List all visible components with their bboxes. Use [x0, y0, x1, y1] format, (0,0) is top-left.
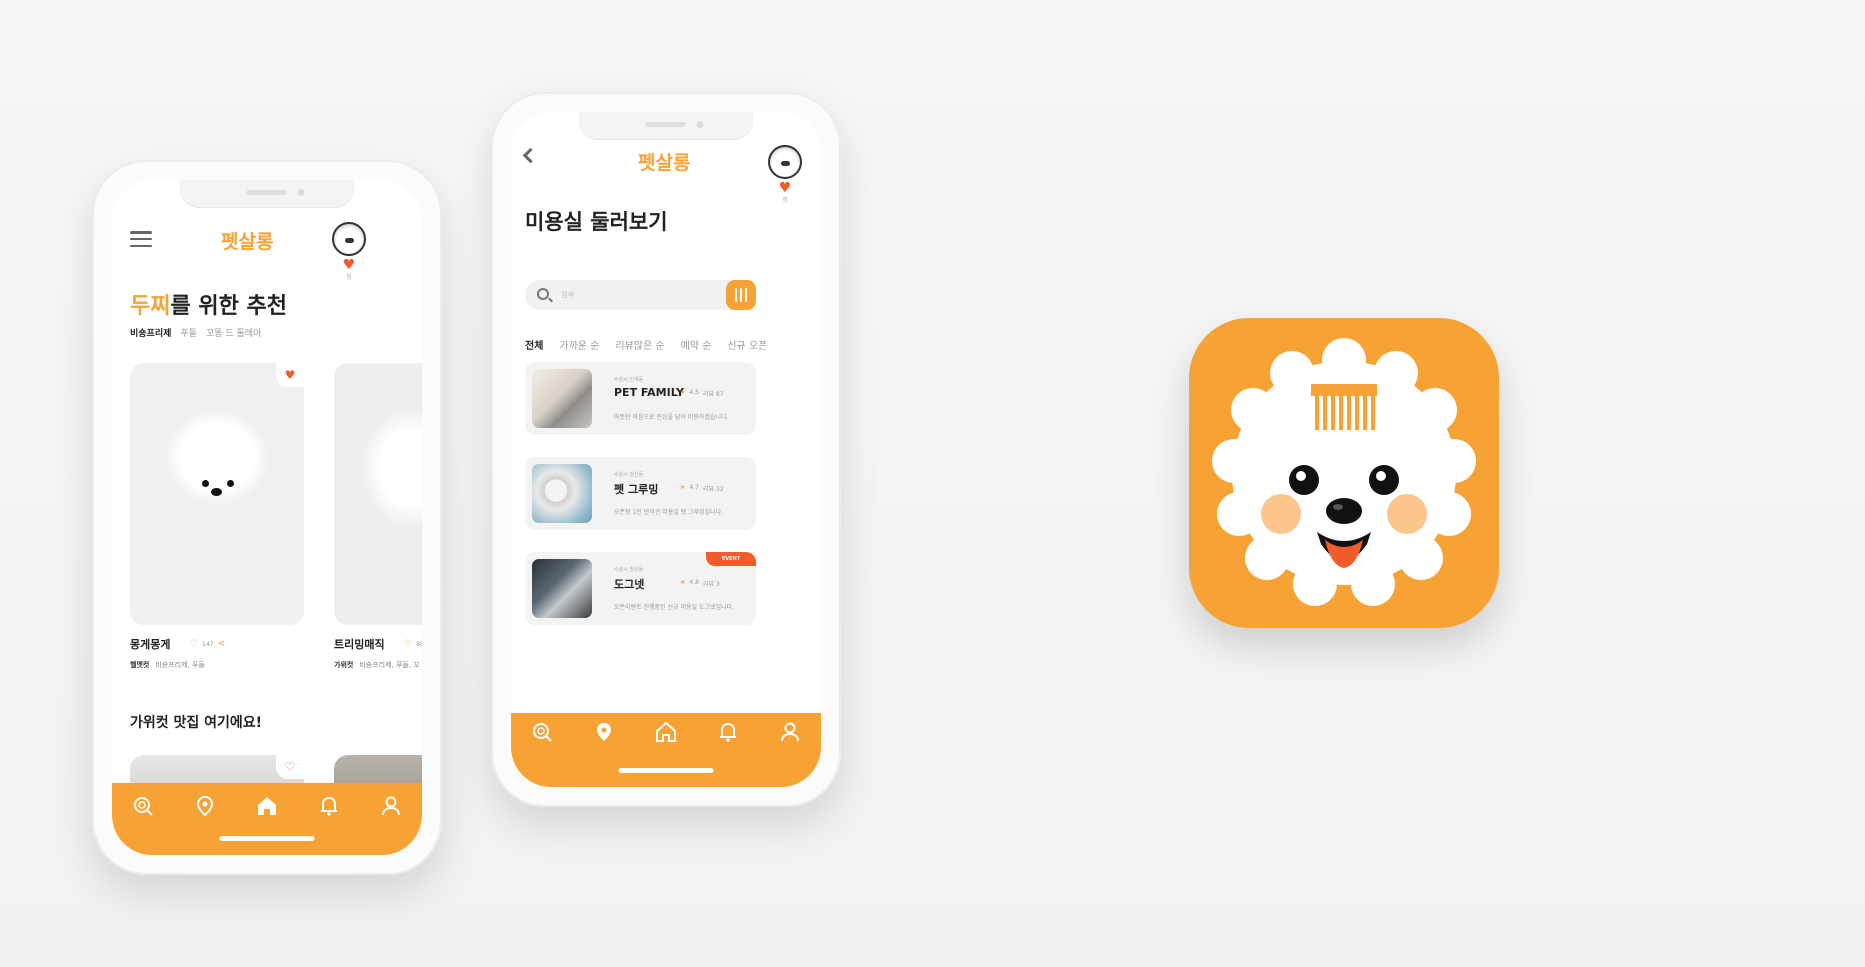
star-icon: ★ [680, 484, 686, 491]
search-icon[interactable] [130, 793, 156, 819]
salon-location: 수원시 권선동 [614, 472, 644, 478]
style-card-image[interactable]: ♥ [130, 363, 304, 625]
search-icon [537, 288, 549, 300]
avatar [332, 222, 366, 256]
filter-settings-button[interactable] [726, 280, 756, 310]
sort-new-open[interactable]: 신규 오픈 [727, 337, 767, 352]
card-title: 몽게몽게 [130, 638, 171, 651]
heart-icon: ♥ [778, 180, 792, 196]
salon-description: 오픈이벤트 진행중인 신규 미용실 도그넷입니다. [614, 604, 734, 611]
card-title: 트리밍매직 [334, 638, 385, 651]
salon-rating: ★ 4.8 리뷰 3 [680, 579, 720, 588]
sort-all[interactable]: 전체 [525, 337, 543, 352]
salon-name: 도그넷 [614, 578, 645, 591]
style-name: 헬멧컷 [130, 661, 150, 669]
search-bar[interactable]: 검색 [525, 280, 756, 310]
salon-name: 펫 그루밍 [614, 483, 659, 496]
star-icon: ★ [680, 579, 686, 586]
section-title: 가위컷 맛집 여기에요! [130, 715, 263, 731]
heart-icon: ♥ [342, 257, 356, 273]
home-indicator [219, 836, 315, 841]
style-card-image[interactable] [334, 363, 422, 625]
salon-location: 수원시 인계동 [614, 377, 644, 383]
avatar-caption: 헝 [782, 197, 788, 204]
search-icon[interactable] [529, 719, 555, 745]
breed-tags: 비숑프리제, 푸들 [155, 661, 205, 669]
dog-face-logo-icon [1212, 338, 1476, 606]
salon-description: 따뜻한 마음으로 진심을 담아 미용하겠습니다. [614, 414, 729, 421]
salon-photo [532, 464, 592, 523]
sort-tabs: 전체 가까운 순 리뷰많은 순 예약 순 신규 오픈 [525, 337, 767, 352]
app-icon [1189, 318, 1499, 628]
filter-bichon[interactable]: 비숑프리제 [130, 326, 171, 339]
salon-list-item[interactable]: 수원시 권선동 펫 그루밍 ★ 4.7 리뷰 32 오픈형 1인 반려견 미용실 펫… [525, 457, 756, 530]
location-icon[interactable] [591, 719, 617, 745]
share-icon[interactable]: ⋖ [218, 639, 226, 649]
avatar-caption: 헝 [346, 274, 352, 281]
breed-filters: 비숑프리제 푸들 꼬똥 드 툴레아 [130, 326, 261, 339]
heart-outline-icon[interactable]: ♡ [404, 639, 412, 649]
phone-mockup-recommend: 펫살롱 ♥ 헝 두찌를 위한 추천 비숑프리제 푸들 꼬똥 드 툴레아 ♥ 몽게… [92, 160, 442, 875]
bell-icon[interactable] [316, 793, 342, 819]
salon-rating: ★ 4.7 리뷰 32 [680, 484, 724, 493]
screen-recommend: 펫살롱 ♥ 헝 두찌를 위한 추천 비숑프리제 푸들 꼬똥 드 툴레아 ♥ 몽게… [112, 180, 422, 855]
bottom-tab-bar [112, 783, 422, 855]
heart-outline-icon[interactable]: ♡ [190, 639, 198, 649]
like-count: 147 [202, 640, 214, 648]
hamburger-menu-icon[interactable] [130, 231, 152, 247]
screen-salons: 펫살롱 ♥ 헝 미용실 둘러보기 검색 전체 가까운 순 리뷰많은 순 예약 순… [511, 112, 821, 787]
user-icon[interactable] [378, 793, 404, 819]
brand-logo: 펫살롱 [221, 231, 274, 253]
page-title: 두찌를 위한 추천 [130, 288, 287, 320]
event-badge: EVENT [706, 552, 756, 566]
profile-avatar[interactable]: ♥ 헝 [331, 222, 367, 281]
notch [179, 180, 355, 208]
user-icon[interactable] [777, 719, 803, 745]
card-meta: ♡ 147 ⋖ [190, 639, 225, 649]
profile-avatar[interactable]: ♥ 헝 [767, 145, 803, 204]
avatar [768, 145, 802, 179]
bottom-tab-bar [511, 713, 821, 787]
sort-reservations[interactable]: 예약 순 [681, 337, 712, 352]
heart-icon[interactable]: ♡ [276, 755, 304, 779]
home-icon[interactable] [254, 793, 280, 819]
card-subtitle: 헬멧컷 비숑프리제, 푸들 [130, 660, 205, 670]
search-input[interactable]: 검색 [561, 290, 574, 300]
home-icon[interactable] [653, 719, 679, 745]
salon-list-item[interactable]: EVENT 수원시 권선동 도그넷 ★ 4.8 리뷰 3 오픈이벤트 진행중인 신규… [525, 552, 756, 625]
bell-icon[interactable] [715, 719, 741, 745]
salon-list-item[interactable]: 수원시 인계동 PET FAMILY ★ 4.5 리뷰 87 따뜻한 마음으로 진심… [525, 362, 756, 435]
location-icon[interactable] [192, 793, 218, 819]
pet-name: 두찌 [130, 294, 171, 319]
brand-logo: 펫살롱 [638, 152, 691, 174]
salon-photo [532, 559, 592, 618]
home-indicator [618, 768, 714, 773]
salon-photo [532, 369, 592, 428]
back-chevron-icon[interactable] [522, 147, 539, 164]
sort-most-reviews[interactable]: 리뷰많은 순 [615, 337, 664, 352]
card-subtitle: 가위컷 비숑프리제, 푸들, 꼬 [334, 660, 420, 670]
salon-name: PET FAMILY [614, 386, 684, 399]
style-name: 가위컷 [334, 661, 354, 669]
notch [578, 112, 754, 140]
heart-icon[interactable]: ♥ [276, 363, 304, 387]
like-count: 88 [416, 640, 422, 648]
page-title: 미용실 둘러보기 [525, 210, 668, 234]
salon-rating: ★ 4.5 리뷰 87 [680, 389, 724, 398]
breed-tags: 비숑프리제, 푸들, 꼬 [359, 661, 420, 669]
salon-description: 오픈형 1인 반려견 미용실 펫 그루밍입니다. [614, 509, 724, 516]
title-rest: 를 위한 추천 [170, 294, 288, 319]
phone-mockup-salons: 펫살롱 ♥ 헝 미용실 둘러보기 검색 전체 가까운 순 리뷰많은 순 예약 순… [491, 92, 841, 807]
sort-nearest[interactable]: 가까운 순 [559, 337, 599, 352]
filter-coton[interactable]: 꼬똥 드 툴레아 [206, 326, 261, 339]
star-icon: ★ [680, 389, 686, 396]
card-meta: ♡ 88 [404, 639, 422, 649]
salon-location: 수원시 권선동 [614, 567, 644, 573]
filter-poodle[interactable]: 푸들 [180, 326, 197, 339]
